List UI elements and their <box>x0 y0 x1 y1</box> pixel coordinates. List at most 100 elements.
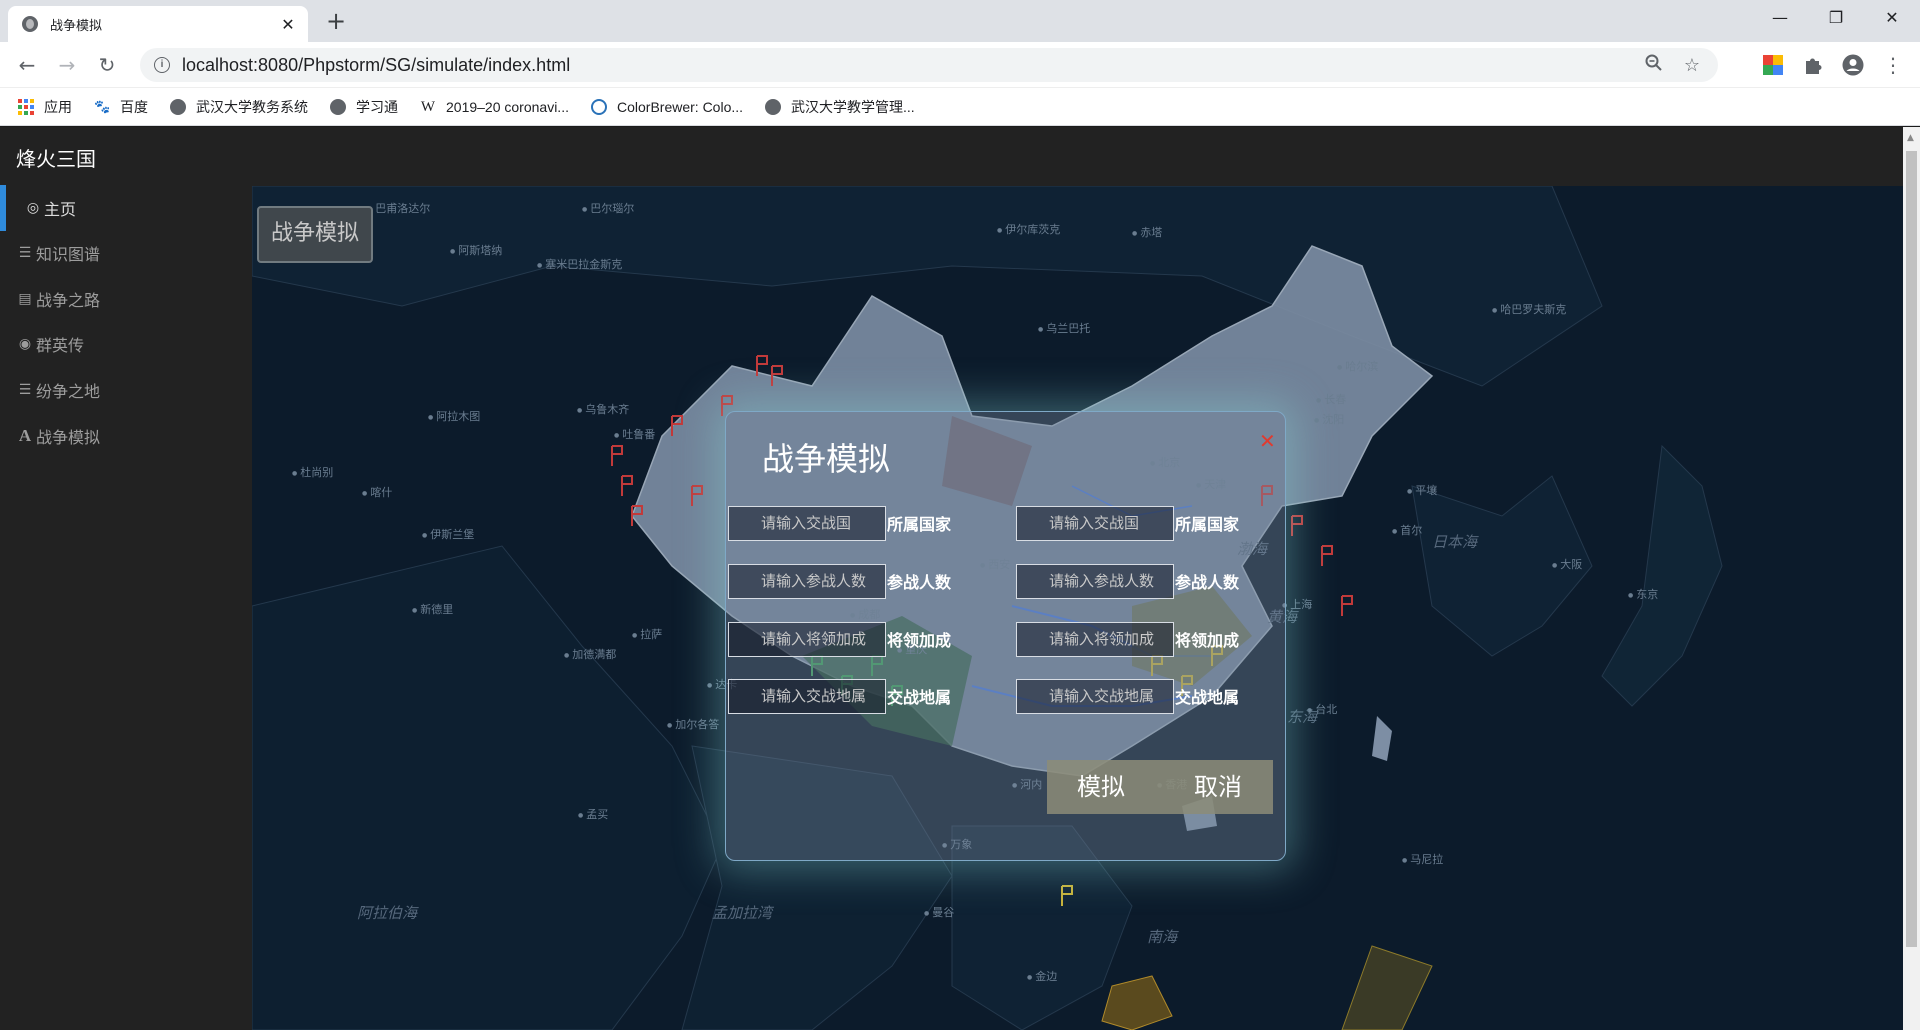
scroll-up-arrow-icon[interactable]: ▲ <box>1907 133 1914 143</box>
sidebar-item-war-simulation[interactable]: A 战争模拟 <box>0 413 252 459</box>
top-strip <box>252 127 1903 186</box>
bookmark-apps[interactable]: 应用 <box>18 97 72 117</box>
tab-title: 战争模拟 <box>50 17 103 33</box>
page-scrollbar[interactable]: ▲ <box>1903 127 1920 1030</box>
modal-button-area: 模拟 取消 <box>1047 760 1273 814</box>
map-label: 哈巴罗夫斯克 <box>1492 301 1566 317</box>
left-general-bonus-input[interactable] <box>728 621 886 657</box>
globe-icon <box>765 98 782 115</box>
left-troops-input[interactable] <box>728 563 886 599</box>
map-label: 喀什 <box>362 484 392 500</box>
browser-toolbar: ← → ↻ i localhost:8080/Phpstorm/SG/simul… <box>0 42 1920 88</box>
field-label: 所属国家 <box>887 515 952 534</box>
map-label: 阿拉木图 <box>428 408 480 424</box>
sea-label: 东海 <box>1287 708 1318 726</box>
modal-title: 战争模拟 <box>762 440 891 478</box>
profile-avatar-icon[interactable] <box>1842 54 1864 76</box>
right-general-bonus-input[interactable] <box>1016 621 1174 657</box>
map-label: 巴甫洛达尔 <box>367 200 430 216</box>
war-simulation-button[interactable]: 战争模拟 <box>257 206 373 263</box>
address-bar[interactable]: i localhost:8080/Phpstorm/SG/simulate/in… <box>140 48 1718 82</box>
menu-kebab-icon[interactable]: ⋮ <box>1880 52 1906 78</box>
info-icon[interactable]: i <box>154 57 170 73</box>
field-label: 交战地属 <box>1175 688 1240 707</box>
zoom-icon[interactable] <box>1642 54 1666 77</box>
left-terrain-row: 交战地属 <box>728 678 951 714</box>
right-country-input[interactable] <box>1016 505 1174 541</box>
target-icon: ◎ <box>26 200 40 216</box>
field-label: 交战地属 <box>887 688 952 707</box>
map-label: 大阪 <box>1552 556 1582 572</box>
back-arrow-icon[interactable]: ← <box>14 52 40 78</box>
font-a-icon: A <box>18 426 32 445</box>
map-label: 伊斯兰堡 <box>422 526 474 542</box>
bookmark-baidu[interactable]: 🐾 百度 <box>94 97 148 117</box>
war-simulation-modal: 战争模拟 ✕ 所属国家 所属国家 参战人数 参战人数 将领加成 将领加成 交战地… <box>725 411 1286 861</box>
left-troops-row: 参战人数 <box>728 563 951 599</box>
right-terrain-input[interactable] <box>1016 678 1174 714</box>
reload-icon[interactable]: ↻ <box>94 52 120 78</box>
sidebar-item-home[interactable]: ◎ 主页 <box>0 185 252 231</box>
close-icon[interactable]: ✕ <box>1259 429 1276 453</box>
bookmark-xuexitong[interactable]: 学习通 <box>330 97 398 117</box>
list-icon: ☰ <box>18 245 32 261</box>
sea-label: 孟加拉湾 <box>712 904 773 922</box>
field-label: 参战人数 <box>887 573 952 592</box>
tab-close-icon[interactable]: ✕ <box>278 15 298 34</box>
map-label: 乌兰巴托 <box>1038 320 1090 336</box>
bookmark-whu-teaching[interactable]: 武汉大学教学管理... <box>765 97 915 117</box>
simulate-button[interactable]: 模拟 <box>1047 760 1155 814</box>
left-country-row: 所属国家 <box>728 505 951 541</box>
sidebar-item-heroes[interactable]: ◉ 群英传 <box>0 321 252 367</box>
sidebar-item-knowledge-graph[interactable]: ☰ 知识图谱 <box>0 230 252 276</box>
left-country-input[interactable] <box>728 505 886 541</box>
map-label: 长春 <box>1316 391 1346 407</box>
cancel-button[interactable]: 取消 <box>1164 760 1272 814</box>
field-label: 将领加成 <box>1175 631 1240 650</box>
sea-label: 南海 <box>1147 928 1178 946</box>
map-label: 沈阳 <box>1314 411 1344 427</box>
bookmark-star-icon[interactable]: ☆ <box>1680 55 1704 76</box>
map-label: 马尼拉 <box>1402 851 1443 867</box>
sea-label: 日本海 <box>1432 533 1478 551</box>
field-label: 将领加成 <box>887 631 952 650</box>
globe-icon <box>170 98 186 115</box>
bookmark-whu-jwxt[interactable]: 武汉大学教务系统 <box>170 97 308 117</box>
maximize-button[interactable]: ❐ <box>1808 0 1864 36</box>
browser-tab[interactable]: 战争模拟 ✕ <box>8 6 308 42</box>
map-label: 巴尔瑙尔 <box>582 200 634 216</box>
field-label: 参战人数 <box>1175 573 1240 592</box>
colorful-extension-icon[interactable] <box>1762 54 1784 76</box>
map-label: 赤塔 <box>1132 224 1162 240</box>
list-icon: ☰ <box>18 382 32 398</box>
right-general-row: 将领加成 <box>1016 621 1239 657</box>
map-label: 曼谷 <box>924 904 954 920</box>
map-label: 拉萨 <box>632 626 662 642</box>
extensions-puzzle-icon[interactable] <box>1802 54 1824 76</box>
map-label: 杜尚别 <box>292 464 333 480</box>
table-icon: ▤ <box>18 291 32 307</box>
bookmark-colorbrewer[interactable]: ColorBrewer: Colo... <box>590 98 743 115</box>
sidebar-item-war-road[interactable]: ▤ 战争之路 <box>0 276 252 322</box>
right-troops-row: 参战人数 <box>1016 563 1239 599</box>
right-troops-input[interactable] <box>1016 563 1174 599</box>
close-window-button[interactable]: ✕ <box>1864 0 1920 36</box>
bookmark-wikipedia[interactable]: W 2019–20 coronavi... <box>420 99 569 115</box>
window-controls: — ❐ ✕ <box>1752 0 1920 36</box>
url-text[interactable]: localhost:8080/Phpstorm/SG/simulate/inde… <box>182 55 1642 76</box>
map-label: 加尔各答 <box>667 716 719 732</box>
left-general-row: 将领加成 <box>728 621 951 657</box>
minimize-button[interactable]: — <box>1752 0 1808 36</box>
baidu-paw-icon: 🐾 <box>94 98 111 114</box>
brand-title[interactable]: 烽火三国 <box>16 143 96 172</box>
map-label: 新德里 <box>412 601 453 617</box>
sidebar: 烽火三国 ◎ 主页 ☰ 知识图谱 ▤ 战争之路 ◉ 群英传 ☰ 纷争之地 A 战… <box>0 127 252 1030</box>
sidebar-item-contested-lands[interactable]: ☰ 纷争之地 <box>0 367 252 413</box>
forward-arrow-icon[interactable]: → <box>54 52 80 78</box>
new-tab-button[interactable]: + <box>322 8 350 34</box>
left-terrain-input[interactable] <box>728 678 886 714</box>
map-label: 首尔 <box>1392 522 1422 538</box>
map-label: 吐鲁番 <box>614 426 655 442</box>
scrollbar-thumb[interactable] <box>1906 151 1917 947</box>
map-label: 孟买 <box>578 806 608 822</box>
